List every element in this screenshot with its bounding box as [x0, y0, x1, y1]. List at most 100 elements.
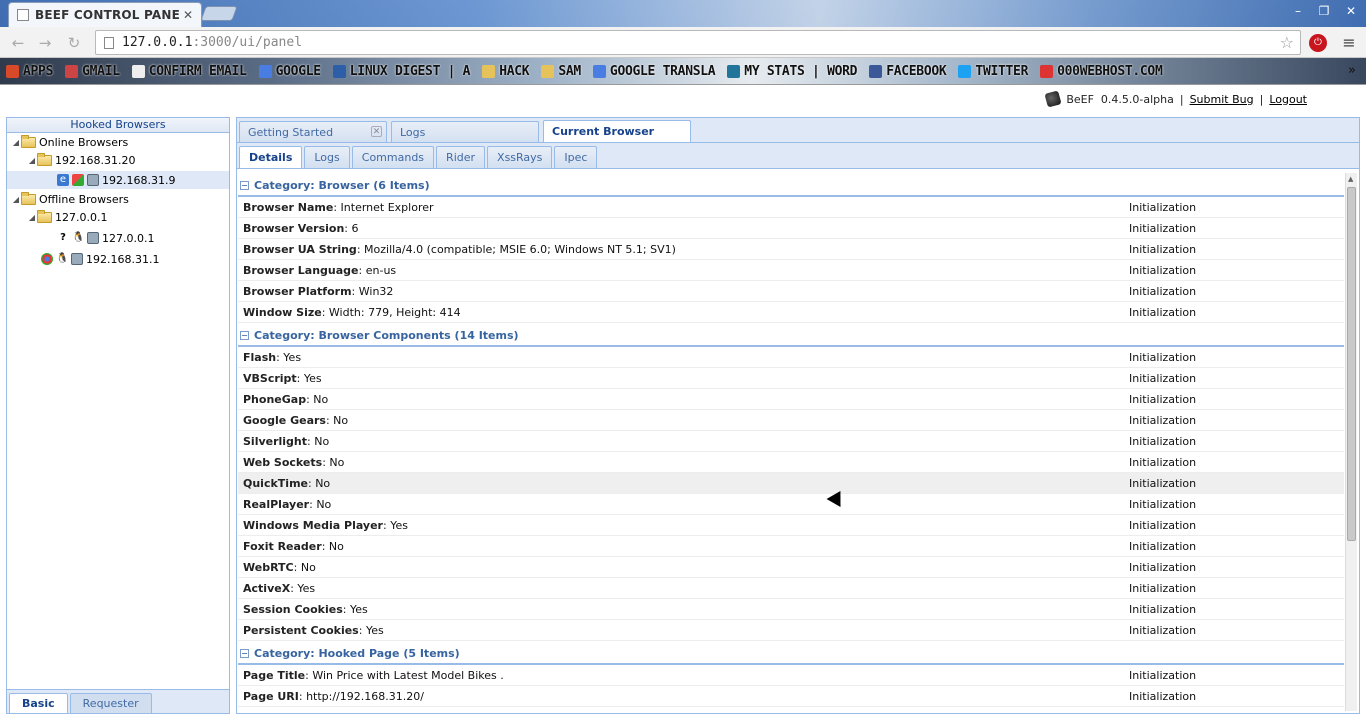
more-bookmarks-icon[interactable]: » — [1348, 63, 1356, 78]
row-separator: : — [321, 539, 329, 553]
subtab-details[interactable]: Details — [239, 146, 303, 168]
table-row[interactable]: Window Size: Width: 779, Height: 414 Init… — [238, 302, 1344, 323]
table-row[interactable]: Flash: Yes Initialization — [238, 347, 1344, 368]
reload-icon[interactable]: ↻ — [64, 33, 84, 53]
row-value: Width: 779, Height: 414 — [328, 305, 461, 319]
bookmark-label: MY STATS | WORD — [744, 63, 858, 79]
table-row[interactable]: Browser Name: Internet Explorer Initializ… — [238, 197, 1344, 218]
page-icon — [104, 36, 114, 49]
bookmark-item[interactable]: SAM — [541, 64, 581, 79]
tab-logs[interactable]: Logs — [391, 121, 539, 142]
new-tab-button[interactable] — [200, 6, 238, 21]
bookmark-item[interactable]: HACK — [482, 64, 530, 79]
table-row[interactable]: Persistent Cookies: Yes Initialization — [238, 620, 1344, 641]
row-separator: : — [309, 497, 317, 511]
scroll-thumb[interactable] — [1347, 187, 1356, 541]
table-row[interactable]: RealPlayer: No Initialization — [238, 494, 1344, 515]
table-row[interactable]: Google Gears: No Initialization — [238, 410, 1344, 431]
back-icon[interactable]: ← — [8, 33, 28, 53]
close-tab-icon[interactable]: ✕ — [183, 8, 193, 22]
bookmark-item[interactable]: CONFIRM EMAIL — [131, 64, 247, 79]
subtab-commands[interactable]: Commands — [351, 146, 435, 168]
tree-offline-browser[interactable]: ? 🐧 127.0.0.1 — [57, 229, 154, 247]
collapse-icon[interactable]: ◢ — [27, 213, 37, 222]
collapse-toggle-icon[interactable]: − — [240, 648, 249, 658]
extension-icon[interactable]: ⏻ — [1309, 34, 1327, 52]
bookmark-star-icon[interactable]: ☆ — [1280, 33, 1294, 52]
bookmark-label: FACEBOOK — [886, 63, 947, 79]
collapse-toggle-icon[interactable]: − — [240, 180, 249, 190]
bookmark-item[interactable]: APPS — [6, 64, 53, 79]
category-header[interactable]: − Category: Browser (6 Items) — [238, 175, 1344, 197]
subtab-xssrays[interactable]: XssRays — [487, 146, 553, 168]
tree-offline-host[interactable]: ◢ 127.0.0.1 — [27, 208, 107, 226]
tab-requester[interactable]: Requester — [69, 693, 152, 713]
table-row[interactable]: Browser UA String: Mozilla/4.0 (compatib… — [238, 239, 1344, 260]
tree-online-browsers[interactable]: ◢ Online Browsers — [11, 133, 128, 151]
folder-icon — [21, 191, 36, 205]
submit-bug-link[interactable]: Submit Bug — [1190, 93, 1254, 106]
tab-basic[interactable]: Basic — [9, 693, 68, 713]
scroll-up-icon[interactable]: ▲ — [1348, 175, 1353, 183]
collapse-icon[interactable]: ◢ — [27, 156, 37, 165]
tree-offline-browser-2[interactable]: 🐧 192.168.31.1 — [41, 250, 159, 268]
bookmark-item[interactable]: FACEBOOK — [869, 63, 947, 79]
table-row[interactable]: QuickTime: No Initialization — [238, 473, 1344, 494]
category-header[interactable]: − Category: Hooked Page (5 Items) — [238, 643, 1344, 665]
row-key: RealPlayer — [243, 497, 310, 511]
bookmark-item[interactable]: MY STATS | WORD — [727, 63, 858, 79]
facebook-icon — [869, 64, 883, 78]
close-tab-icon[interactable]: ✕ — [371, 126, 382, 137]
table-row[interactable]: Browser Platform: Win32 Initialization — [238, 281, 1344, 302]
bookmark-item[interactable]: 000WEBHOST.COM — [1040, 64, 1163, 79]
bookmark-item[interactable]: GOOGLE TRANSLA — [592, 64, 716, 79]
subtab-ipec[interactable]: Ipec — [554, 146, 598, 168]
grid-scrollbar[interactable]: ▲ — [1345, 173, 1357, 711]
detail-sub-tabs: Details Logs Commands Rider XssRays Ipec — [237, 143, 1359, 169]
bookmark-item[interactable]: TWITTER — [958, 64, 1028, 79]
table-row[interactable]: Silverlight: No Initialization — [238, 431, 1344, 452]
minimize-icon[interactable]: – — [1287, 3, 1309, 19]
logout-link[interactable]: Logout — [1269, 93, 1307, 106]
collapse-toggle-icon[interactable]: − — [240, 330, 249, 340]
subtab-logs[interactable]: Logs — [304, 146, 350, 168]
table-row[interactable]: Browser Language: en-us Initialization — [238, 260, 1344, 281]
tree-offline-browsers[interactable]: ◢ Offline Browsers — [11, 190, 129, 208]
bookmark-item[interactable]: GMAIL — [65, 64, 120, 79]
restore-icon[interactable]: ❐ — [1313, 3, 1335, 19]
tree-online-host[interactable]: ◢ 192.168.31.20 — [27, 151, 135, 169]
table-row[interactable]: WebRTC: No Initialization — [238, 557, 1344, 578]
row-source: Initialization — [1129, 477, 1197, 490]
tab-current-browser[interactable]: Current Browser — [543, 120, 691, 142]
table-row[interactable]: Browser Version: 6 Initialization — [238, 218, 1344, 239]
collapse-icon[interactable]: ◢ — [11, 138, 21, 147]
table-row[interactable]: ActiveX: Yes Initialization — [238, 578, 1344, 599]
row-source: Initialization — [1129, 540, 1197, 553]
subtab-rider[interactable]: Rider — [436, 146, 486, 168]
forward-icon[interactable]: → — [35, 33, 55, 53]
table-row[interactable]: PhoneGap: No Initialization — [238, 389, 1344, 410]
table-row[interactable]: Page URI: http://192.168.31.20/Initializ… — [238, 686, 1344, 707]
row-separator: : — [358, 263, 366, 277]
details-grid: − Category: Browser (6 Items) Browser Name… — [238, 173, 1344, 713]
bookmark-item[interactable]: LINUX DIGEST | A — [332, 63, 471, 79]
bookmark-label: LINUX DIGEST | A — [349, 63, 471, 79]
tree-online-browser[interactable]: e 192.168.31.9 — [7, 171, 229, 189]
address-bar[interactable]: 127.0.0.1:3000/ui/panel ☆ — [95, 30, 1301, 55]
menu-icon[interactable]: ≡ — [1340, 34, 1358, 52]
table-row[interactable]: Session Cookies: Yes Initialization — [238, 599, 1344, 620]
row-source: Initialization — [1129, 456, 1197, 469]
table-row[interactable]: Foxit Reader: No Initialization — [238, 536, 1344, 557]
ie-browser-icon: e — [57, 174, 69, 186]
bookmark-item[interactable]: GOOGLE — [258, 63, 321, 79]
collapse-icon[interactable]: ◢ — [11, 195, 21, 204]
tab-getting-started[interactable]: Getting Started ✕ — [239, 121, 387, 142]
bookmark-label: GOOGLE — [275, 63, 321, 79]
close-window-icon[interactable]: ✕ — [1340, 3, 1362, 19]
category-header[interactable]: − Category: Browser Components (14 Items) — [238, 325, 1344, 347]
browser-tab[interactable]: BEEF CONTROL PANEL ✕ — [8, 2, 202, 27]
table-row[interactable]: Web Sockets: No Initialization — [238, 452, 1344, 473]
table-row[interactable]: VBScript: Yes Initialization — [238, 368, 1344, 389]
table-row[interactable]: Page Title: Win Price with Latest Model … — [238, 665, 1344, 686]
table-row[interactable]: Windows Media Player: Yes Initialization — [238, 515, 1344, 536]
